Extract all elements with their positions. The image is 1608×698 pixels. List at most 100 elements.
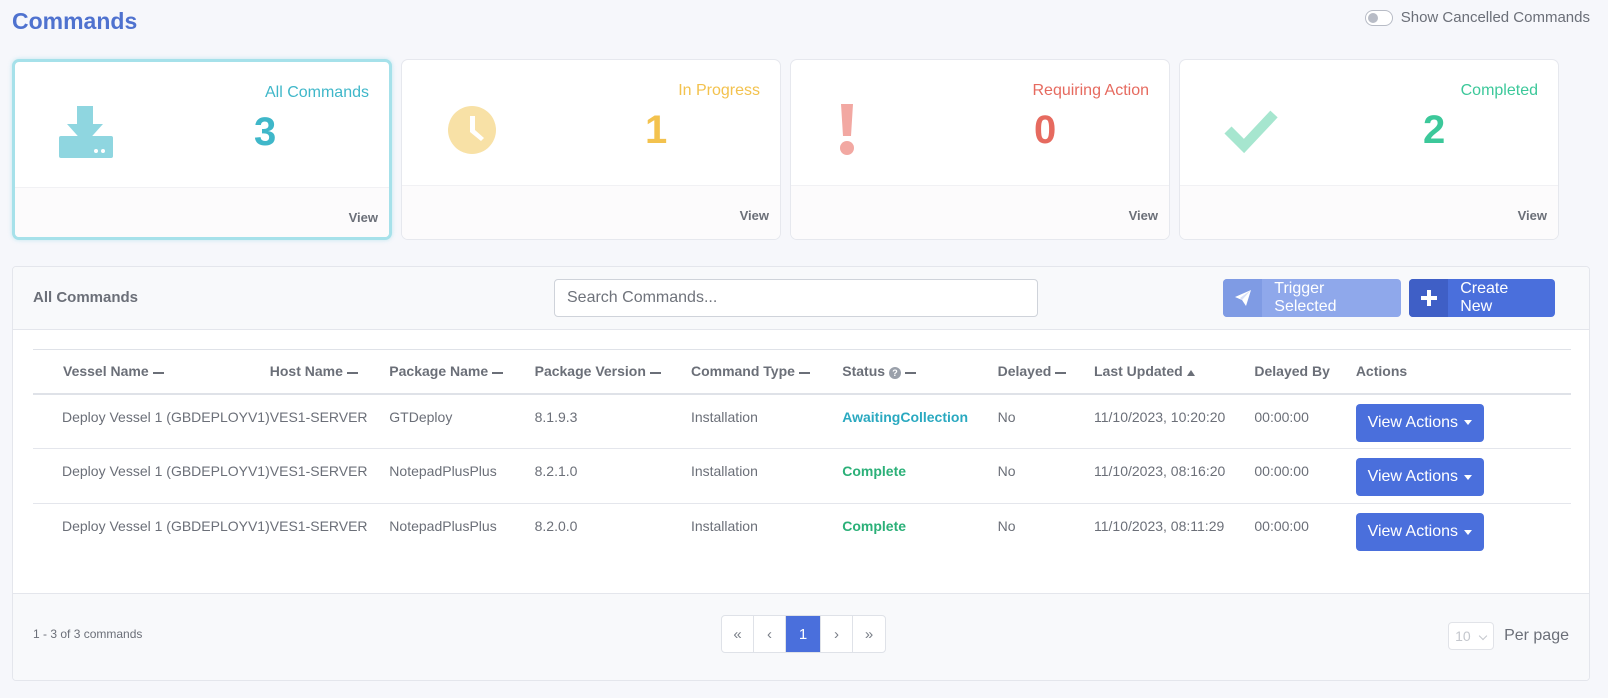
card-count: 3: [254, 110, 277, 154]
page-title: Commands: [12, 8, 138, 34]
cell-delayed: No: [997, 408, 1016, 425]
sort-indicator-icon: [152, 371, 164, 374]
cell-delayed-by: 00:00:00: [1254, 408, 1309, 425]
pagination: « ‹ 1 › »: [721, 615, 886, 653]
commands-table: Vessel Name Host Name Package Name Packa…: [33, 349, 1571, 559]
cell-type: Installation: [690, 518, 758, 534]
cell-type: Installation: [690, 408, 758, 425]
create-new-button[interactable]: Create New: [1409, 279, 1555, 317]
result-count: 1 - 3 of 3 commands: [33, 627, 143, 641]
cell-status: Complete: [842, 518, 907, 534]
header-command-type[interactable]: Command Type: [691, 350, 842, 394]
panel-footer: 1 - 3 of 3 commands « ‹ 1 › » 10 Per pag…: [13, 593, 1589, 680]
page-first-button[interactable]: «: [722, 616, 754, 652]
page-prev-button[interactable]: ‹: [754, 616, 786, 652]
help-icon: ?: [889, 366, 902, 379]
cell-package: GTDeploy: [389, 408, 453, 425]
card-count: 2: [1423, 108, 1446, 152]
header-delayed-by: Delayed By: [1254, 363, 1330, 380]
header-package-name[interactable]: Package Name: [389, 350, 534, 394]
table-row[interactable]: Deploy Vessel 1 (GBDEPLOYV1) VES1-SERVER…: [33, 394, 1571, 449]
page-next-button[interactable]: ›: [821, 616, 853, 652]
commands-panel: All Commands Trigger Selected Create New…: [12, 266, 1590, 681]
card-label: In Progress: [678, 82, 760, 99]
sort-ascending-icon: [1186, 369, 1195, 376]
sort-indicator-icon: [649, 371, 661, 374]
view-actions-button[interactable]: View Actions: [1355, 458, 1484, 496]
cell-updated: 11/10/2023, 08:16:20: [1094, 463, 1226, 479]
paper-plane-icon: [1223, 279, 1263, 317]
cell-type: Installation: [690, 463, 758, 479]
cell-vessel: Deploy Vessel 1 (GBDEPLOYV1): [62, 463, 270, 479]
table-row[interactable]: Deploy Vessel 1 (GBDEPLOYV1) VES1-SERVER…: [33, 504, 1571, 559]
cell-actions: View Actions: [1355, 504, 1571, 559]
caret-down-icon: [1464, 474, 1473, 480]
sort-indicator-icon: [346, 371, 358, 374]
show-cancelled-toggle[interactable]: [1364, 9, 1393, 26]
trigger-selected-label: Trigger Selected: [1274, 280, 1337, 315]
cell-status: Complete: [842, 463, 907, 479]
header-delayed[interactable]: Delayed: [998, 350, 1094, 394]
cell-package: NotepadPlusPlus: [389, 463, 497, 479]
download-tray-icon: [59, 106, 113, 158]
page-last-button[interactable]: »: [853, 616, 885, 652]
clock-icon: [448, 106, 496, 154]
per-page-select[interactable]: 10: [1448, 622, 1495, 650]
summary-cards: All Commands 3 View In Progress 1 View R…: [12, 59, 1590, 241]
caret-down-icon: [1464, 529, 1473, 535]
table-header-row: Vessel Name Host Name Package Name Packa…: [33, 349, 1571, 394]
sort-indicator-icon: [492, 371, 504, 374]
card-view-link[interactable]: View: [1518, 208, 1547, 223]
cell-version: 8.2.0.0: [534, 518, 578, 534]
cell-version: 8.1.9.3: [534, 408, 578, 425]
cell-delayed-by: 00:00:00: [1254, 518, 1309, 534]
header-host-name[interactable]: Host Name: [270, 350, 390, 394]
cell-actions: View Actions: [1355, 394, 1571, 449]
card-label: Requiring Action: [1032, 82, 1149, 99]
panel-title: All Commands: [33, 289, 139, 306]
card-in-progress[interactable]: In Progress 1 View: [401, 59, 781, 240]
show-cancelled-label[interactable]: Show Cancelled Commands: [1401, 9, 1590, 26]
header-status[interactable]: Status?: [842, 350, 997, 394]
card-count: 0: [1034, 108, 1057, 152]
header-vessel-name[interactable]: Vessel Name: [33, 350, 270, 394]
header-last-updated[interactable]: Last Updated: [1094, 350, 1254, 394]
sort-indicator-icon: [1055, 371, 1067, 374]
cell-host: VES1-SERVER: [269, 518, 368, 534]
page-current-button[interactable]: 1: [786, 616, 821, 652]
search-input[interactable]: [554, 279, 1038, 317]
cell-package: NotepadPlusPlus: [389, 518, 497, 534]
per-page-label: Per page: [1504, 627, 1569, 644]
panel-header: All Commands Trigger Selected Create New: [13, 267, 1589, 330]
cell-version: 8.2.1.0: [534, 463, 578, 479]
card-requiring-action[interactable]: Requiring Action 0 View: [790, 59, 1170, 240]
per-page-group: 10 Per page: [1448, 622, 1569, 650]
caret-down-icon: [1464, 420, 1473, 425]
cell-updated: 11/10/2023, 10:20:20: [1094, 408, 1226, 425]
header-actions: Actions: [1355, 363, 1408, 380]
card-label: Completed: [1460, 82, 1538, 99]
cell-delayed: No: [997, 463, 1016, 479]
cell-host: VES1-SERVER: [269, 463, 368, 479]
card-view-link[interactable]: View: [349, 210, 378, 225]
view-actions-button[interactable]: View Actions: [1355, 513, 1484, 551]
check-icon: [1224, 110, 1278, 154]
plus-icon: [1409, 279, 1449, 317]
cell-vessel: Deploy Vessel 1 (GBDEPLOYV1): [62, 408, 270, 425]
sort-indicator-icon: [905, 371, 917, 374]
card-all-commands[interactable]: All Commands 3 View: [12, 59, 392, 240]
card-label: All Commands: [264, 84, 369, 101]
card-view-link[interactable]: View: [740, 208, 769, 223]
cell-vessel: Deploy Vessel 1 (GBDEPLOYV1): [62, 518, 270, 534]
card-completed[interactable]: Completed 2 View: [1179, 59, 1559, 240]
table-row[interactable]: Deploy Vessel 1 (GBDEPLOYV1) VES1-SERVER…: [33, 449, 1571, 504]
cell-actions: View Actions: [1355, 449, 1571, 504]
header-package-version[interactable]: Package Version: [535, 350, 691, 394]
trigger-selected-button[interactable]: Trigger Selected: [1223, 279, 1401, 317]
view-actions-button[interactable]: View Actions: [1355, 403, 1484, 442]
card-count: 1: [645, 108, 668, 152]
cell-delayed: No: [997, 518, 1016, 534]
cell-status: AwaitingCollection: [842, 408, 968, 425]
cell-delayed-by: 00:00:00: [1254, 463, 1309, 479]
card-view-link[interactable]: View: [1129, 208, 1158, 223]
